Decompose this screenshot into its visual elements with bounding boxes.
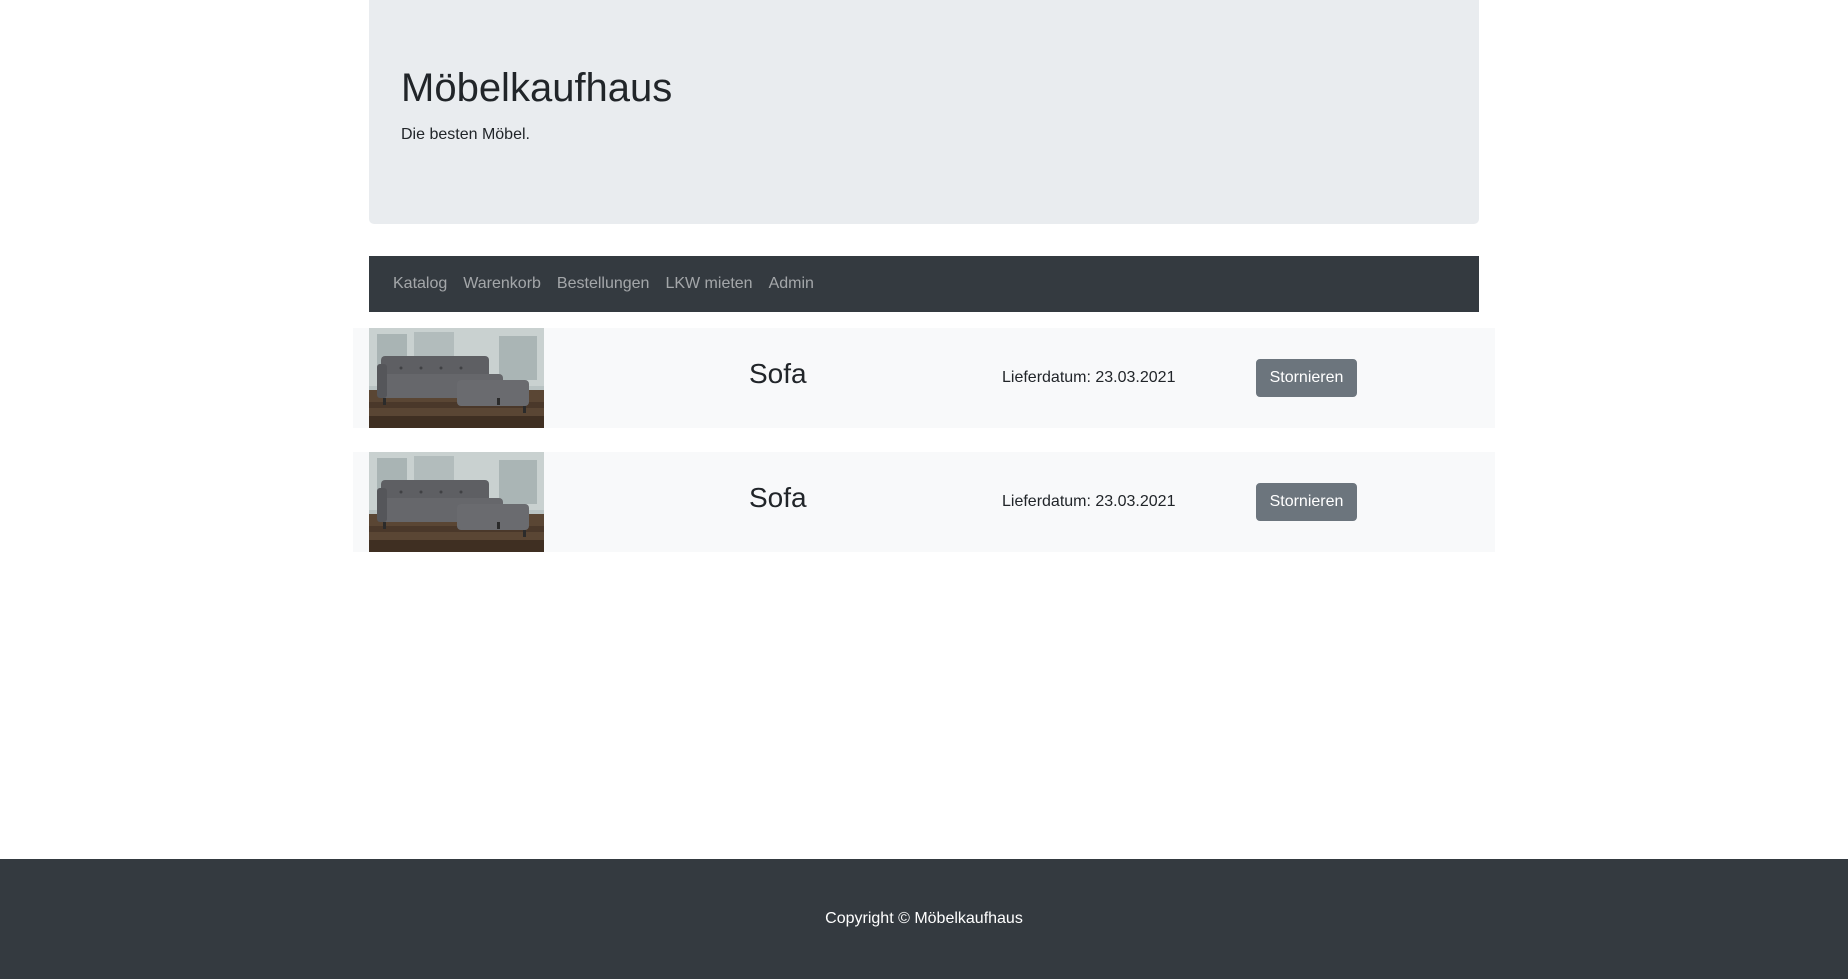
product-image [369,328,544,428]
site-tagline: Die besten Möbel. [401,126,530,143]
nav-item-warenkorb[interactable]: Warenkorb [463,275,541,293]
order-row: Sofa Lieferdatum: 23.03.2021 Stornieren [353,452,1495,552]
cancel-order-button[interactable]: Stornieren [1256,359,1357,397]
product-image [369,452,544,552]
sofa-illustration [369,328,544,428]
sofa-illustration [369,452,544,552]
nav-item-katalog[interactable]: Katalog [393,275,447,293]
order-product-name: Sofa [749,482,807,513]
nav-item-lkw-mieten[interactable]: LKW mieten [665,275,752,293]
nav-item-admin[interactable]: Admin [769,275,814,293]
cancel-order-button[interactable]: Stornieren [1256,483,1357,521]
page: Möbelkaufhaus Die besten Möbel. Katalog … [0,0,1848,979]
site-title: Möbelkaufhaus [401,66,673,110]
nav-item-bestellungen[interactable]: Bestellungen [557,275,650,293]
main-navbar: Katalog Warenkorb Bestellungen LKW miete… [369,256,1479,312]
header-jumbotron: Möbelkaufhaus Die besten Möbel. [369,0,1479,224]
copyright-text: Copyright © Möbelkaufhaus [825,910,1023,927]
order-list: Sofa Lieferdatum: 23.03.2021 Stornieren [353,328,1495,576]
footer: Copyright © Möbelkaufhaus [0,859,1848,979]
order-row: Sofa Lieferdatum: 23.03.2021 Stornieren [353,328,1495,428]
order-product-name: Sofa [749,358,807,389]
order-delivery-date: Lieferdatum: 23.03.2021 [1002,493,1176,510]
order-delivery-date: Lieferdatum: 23.03.2021 [1002,369,1176,386]
